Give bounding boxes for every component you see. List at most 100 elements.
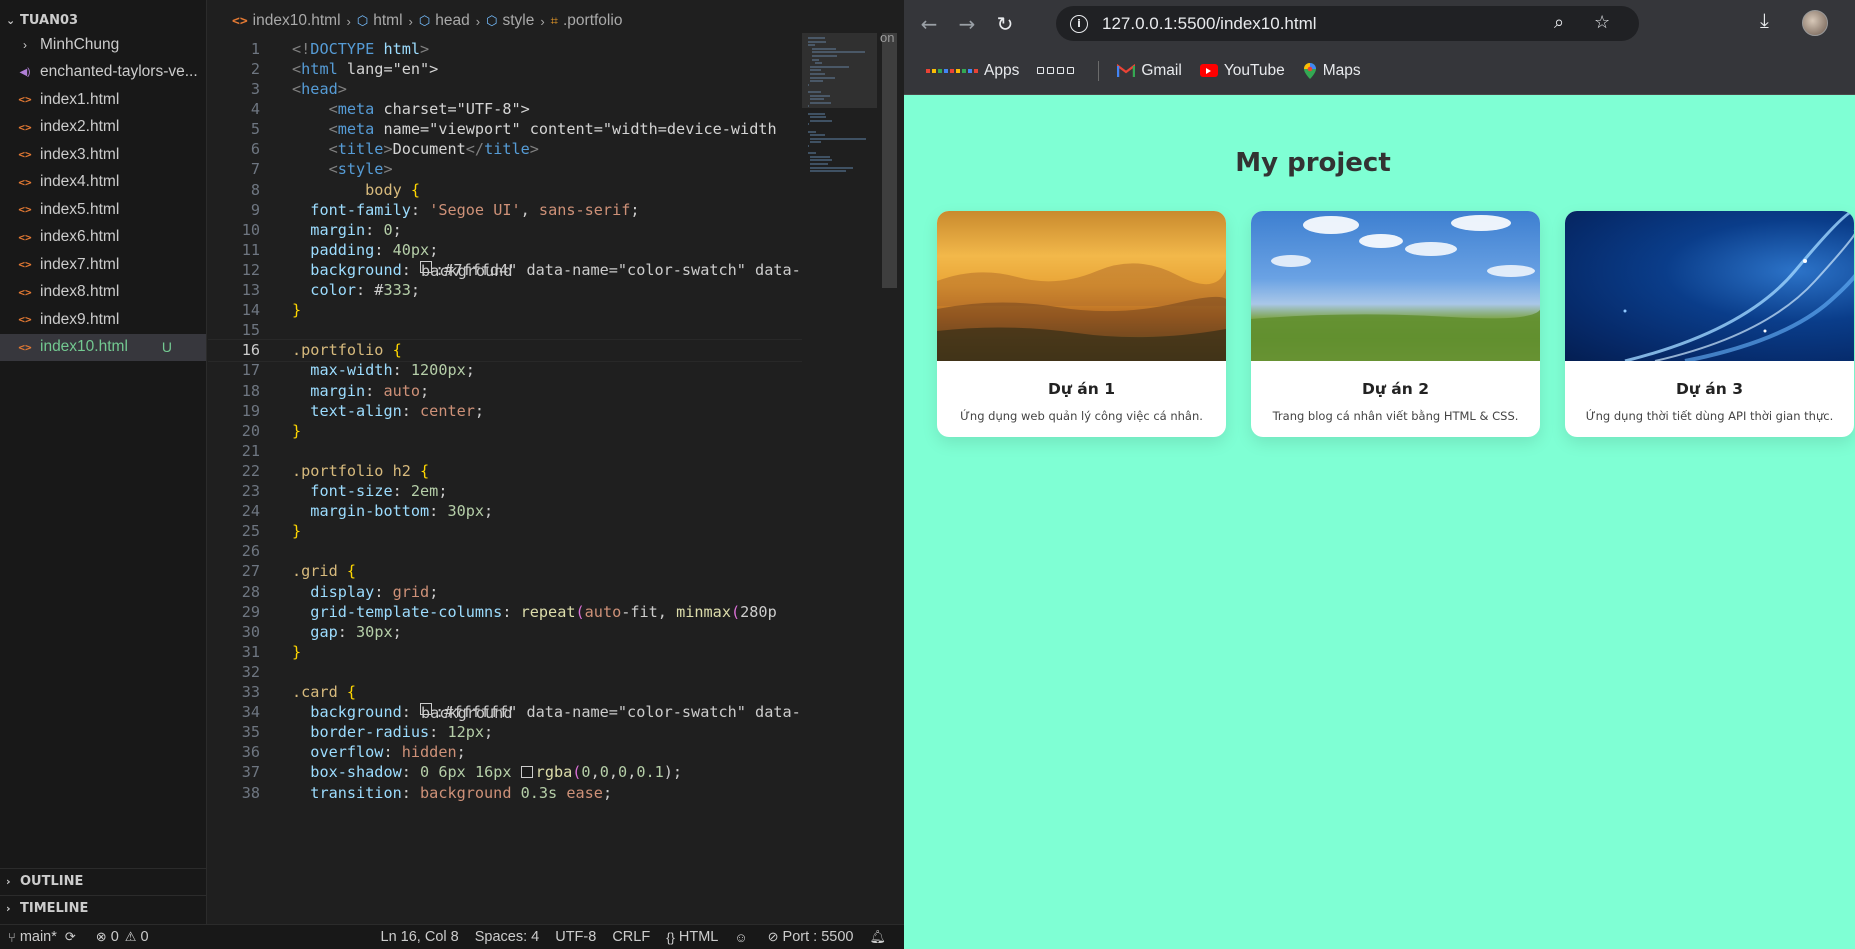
explorer-item-label: index3.html <box>40 145 120 163</box>
port-label: Port : 5500 <box>782 929 854 945</box>
code-text: box-shadow: 0 6px 16px rgba(0,0,0,0.1); <box>310 763 683 782</box>
address-bar[interactable]: i 127.0.0.1:5500/index10.html ⌕ ☆ <box>1056 6 1639 41</box>
explorer-item[interactable]: <> index7.html <box>0 251 206 279</box>
code-line[interactable]: 38 transition: background 0.3s ease; <box>208 781 804 805</box>
bookmark-youtube[interactable]: YouTube <box>1199 62 1285 80</box>
problems-status[interactable]: ⊗ 0 ⚠ 0 <box>88 925 157 949</box>
outline-panel-header[interactable]: › OUTLINE <box>0 868 206 894</box>
line-number: 36 <box>241 743 260 762</box>
html-file-icon: <> <box>18 175 32 189</box>
profile-avatar[interactable] <box>1802 10 1828 36</box>
end-of-line[interactable]: CRLF <box>604 925 658 949</box>
project-card-1[interactable]: Dự án 1 Ứng dụng web quản lý công việc c… <box>937 211 1226 437</box>
reload-button[interactable]: ↻ <box>986 5 1024 43</box>
error-icon: ⊗ <box>95 929 107 944</box>
line-number: 6 <box>250 140 260 159</box>
code-text: grid-template-columns: repeat(auto-fit, … <box>310 602 777 621</box>
zoom-icon[interactable]: ⌕ <box>1554 12 1564 33</box>
bookmark-apps[interactable]: Apps <box>926 62 1019 80</box>
explorer-item[interactable]: <> index3.html <box>0 141 206 169</box>
code-text: } <box>292 522 302 541</box>
editor-scrollbar[interactable] <box>882 33 897 288</box>
branch-label: main* <box>19 929 57 945</box>
explorer-item[interactable]: <> index2.html <box>0 114 206 142</box>
explorer-item-label: index10.html <box>40 338 128 356</box>
explorer-item[interactable]: ◀) enchanted-taylors-ve... <box>0 59 206 87</box>
bookmark-maps[interactable]: Maps <box>1303 62 1361 80</box>
explorer-item[interactable]: <> index9.html <box>0 306 206 334</box>
project-card-3[interactable]: Dự án 3 Ứng dụng thời tiết dùng API thời… <box>1565 211 1854 437</box>
sync-icon[interactable]: ⟳ <box>65 929 76 945</box>
explorer-sidebar: ⌄ TUAN03 › MinhChung ◀) enchanted-taylors-v… <box>0 0 207 924</box>
download-icon[interactable]: ⤓ <box>1760 8 1769 32</box>
minimap-line <box>808 152 816 155</box>
line-number: 29 <box>241 602 260 621</box>
web-page: My project Dự án 1 Ứng dụng web quản lý … <box>904 96 1855 949</box>
timeline-panel-header[interactable]: › TIMELINE <box>0 895 206 921</box>
explorer-item[interactable]: <> index1.html <box>0 86 206 114</box>
explorer-item[interactable]: › MinhChung <box>0 31 206 59</box>
code-text: padding: 40px; <box>310 240 439 259</box>
code-text: <meta charset="UTF-8"> <box>328 100 530 119</box>
code-editor[interactable]: <> index10.html › ⬡ html › ⬡ head › ⬡ style … <box>208 0 904 924</box>
explorer-item-label: index6.html <box>40 228 120 246</box>
site-info-icon[interactable]: i <box>1070 14 1088 33</box>
minimap-viewport[interactable] <box>802 33 877 108</box>
color-swatch[interactable] <box>520 766 533 779</box>
line-number: 12 <box>241 260 260 279</box>
breadcrumb-file[interactable]: <> index10.html <box>232 12 341 30</box>
code-text: margin: 0; <box>310 220 402 239</box>
code-text: overflow: hidden; <box>310 743 466 762</box>
breadcrumb-style[interactable]: ⬡ style <box>486 12 534 30</box>
language-label: HTML <box>678 929 719 945</box>
css-selector-icon: ⌗ <box>550 13 558 28</box>
line-number: 26 <box>241 542 260 561</box>
code-text: } <box>292 642 302 661</box>
back-button[interactable]: ← <box>910 5 948 43</box>
bookmark-gmail[interactable]: Gmail <box>1117 61 1182 80</box>
tab-groups-button[interactable] <box>1037 67 1080 74</box>
project-desc-3: Ứng dụng thời tiết dùng API thời gian th… <box>1585 409 1834 423</box>
explorer-item[interactable]: <> index8.html <box>0 279 206 307</box>
bookmark-apps-label: Apps <box>984 61 1020 79</box>
code-text: font-size: 2em; <box>310 482 448 501</box>
html-file-icon: <> <box>18 230 32 244</box>
line-number: 1 <box>250 39 260 58</box>
explorer-root-folder[interactable]: ⌄ TUAN03 <box>0 9 206 31</box>
indentation[interactable]: Spaces: 4 <box>467 925 548 949</box>
line-number: 5 <box>250 120 260 139</box>
live-server-port[interactable]: ⊘ Port : 5500 <box>760 925 862 949</box>
breadcrumb-selector[interactable]: ⌗ .portfolio <box>551 12 623 30</box>
bookmark-gmail-label: Gmail <box>1141 61 1182 79</box>
line-number: 3 <box>250 80 260 99</box>
cursor-position[interactable]: Ln 16, Col 8 <box>373 925 467 949</box>
breadcrumb-head[interactable]: ⬡ head <box>419 12 470 30</box>
project-card-2[interactable]: Dự án 2 Trang blog cá nhân viết bằng HTM… <box>1251 211 1540 437</box>
code-text: } <box>292 421 302 440</box>
explorer-item[interactable]: <> index5.html <box>0 196 206 224</box>
explorer-item[interactable]: <> index10.html U <box>0 333 206 361</box>
code-area[interactable]: 1 <!DOCTYPE html> 2 <html lang="en"> 3 <head>… <box>208 33 804 925</box>
explorer-item[interactable]: <> index6.html <box>0 224 206 252</box>
minimap[interactable] <box>802 33 877 923</box>
branch-status[interactable]: ⑂ main* ⟳ <box>0 925 88 949</box>
bookmark-maps-label: Maps <box>1322 61 1361 79</box>
language-mode[interactable]: {} HTML <box>658 925 726 949</box>
explorer-item[interactable]: <> index4.html <box>0 169 206 197</box>
breadcrumb-html[interactable]: ⬡ html <box>357 12 403 30</box>
bookmark-star-icon[interactable]: ☆ <box>1594 12 1610 33</box>
copilot-status[interactable]: ☺ <box>726 925 759 949</box>
url-text[interactable]: 127.0.0.1:5500/index10.html <box>1102 14 1317 34</box>
line-number: 31 <box>241 642 260 661</box>
code-text: background: background:#7fffd4" data-nam… <box>310 260 804 280</box>
element-icon: ⬡ <box>486 13 498 28</box>
encoding[interactable]: UTF-8 <box>547 925 604 949</box>
warning-count: 0 <box>140 929 149 945</box>
explorer-item-label: index1.html <box>40 90 120 108</box>
line-number: 19 <box>241 401 260 420</box>
notifications[interactable]: 🔔︎ <box>861 925 904 949</box>
line-number: 18 <box>241 381 260 400</box>
forward-button[interactable]: → <box>948 5 986 43</box>
html-file-icon: <> <box>18 120 32 134</box>
line-number: 13 <box>241 281 260 300</box>
